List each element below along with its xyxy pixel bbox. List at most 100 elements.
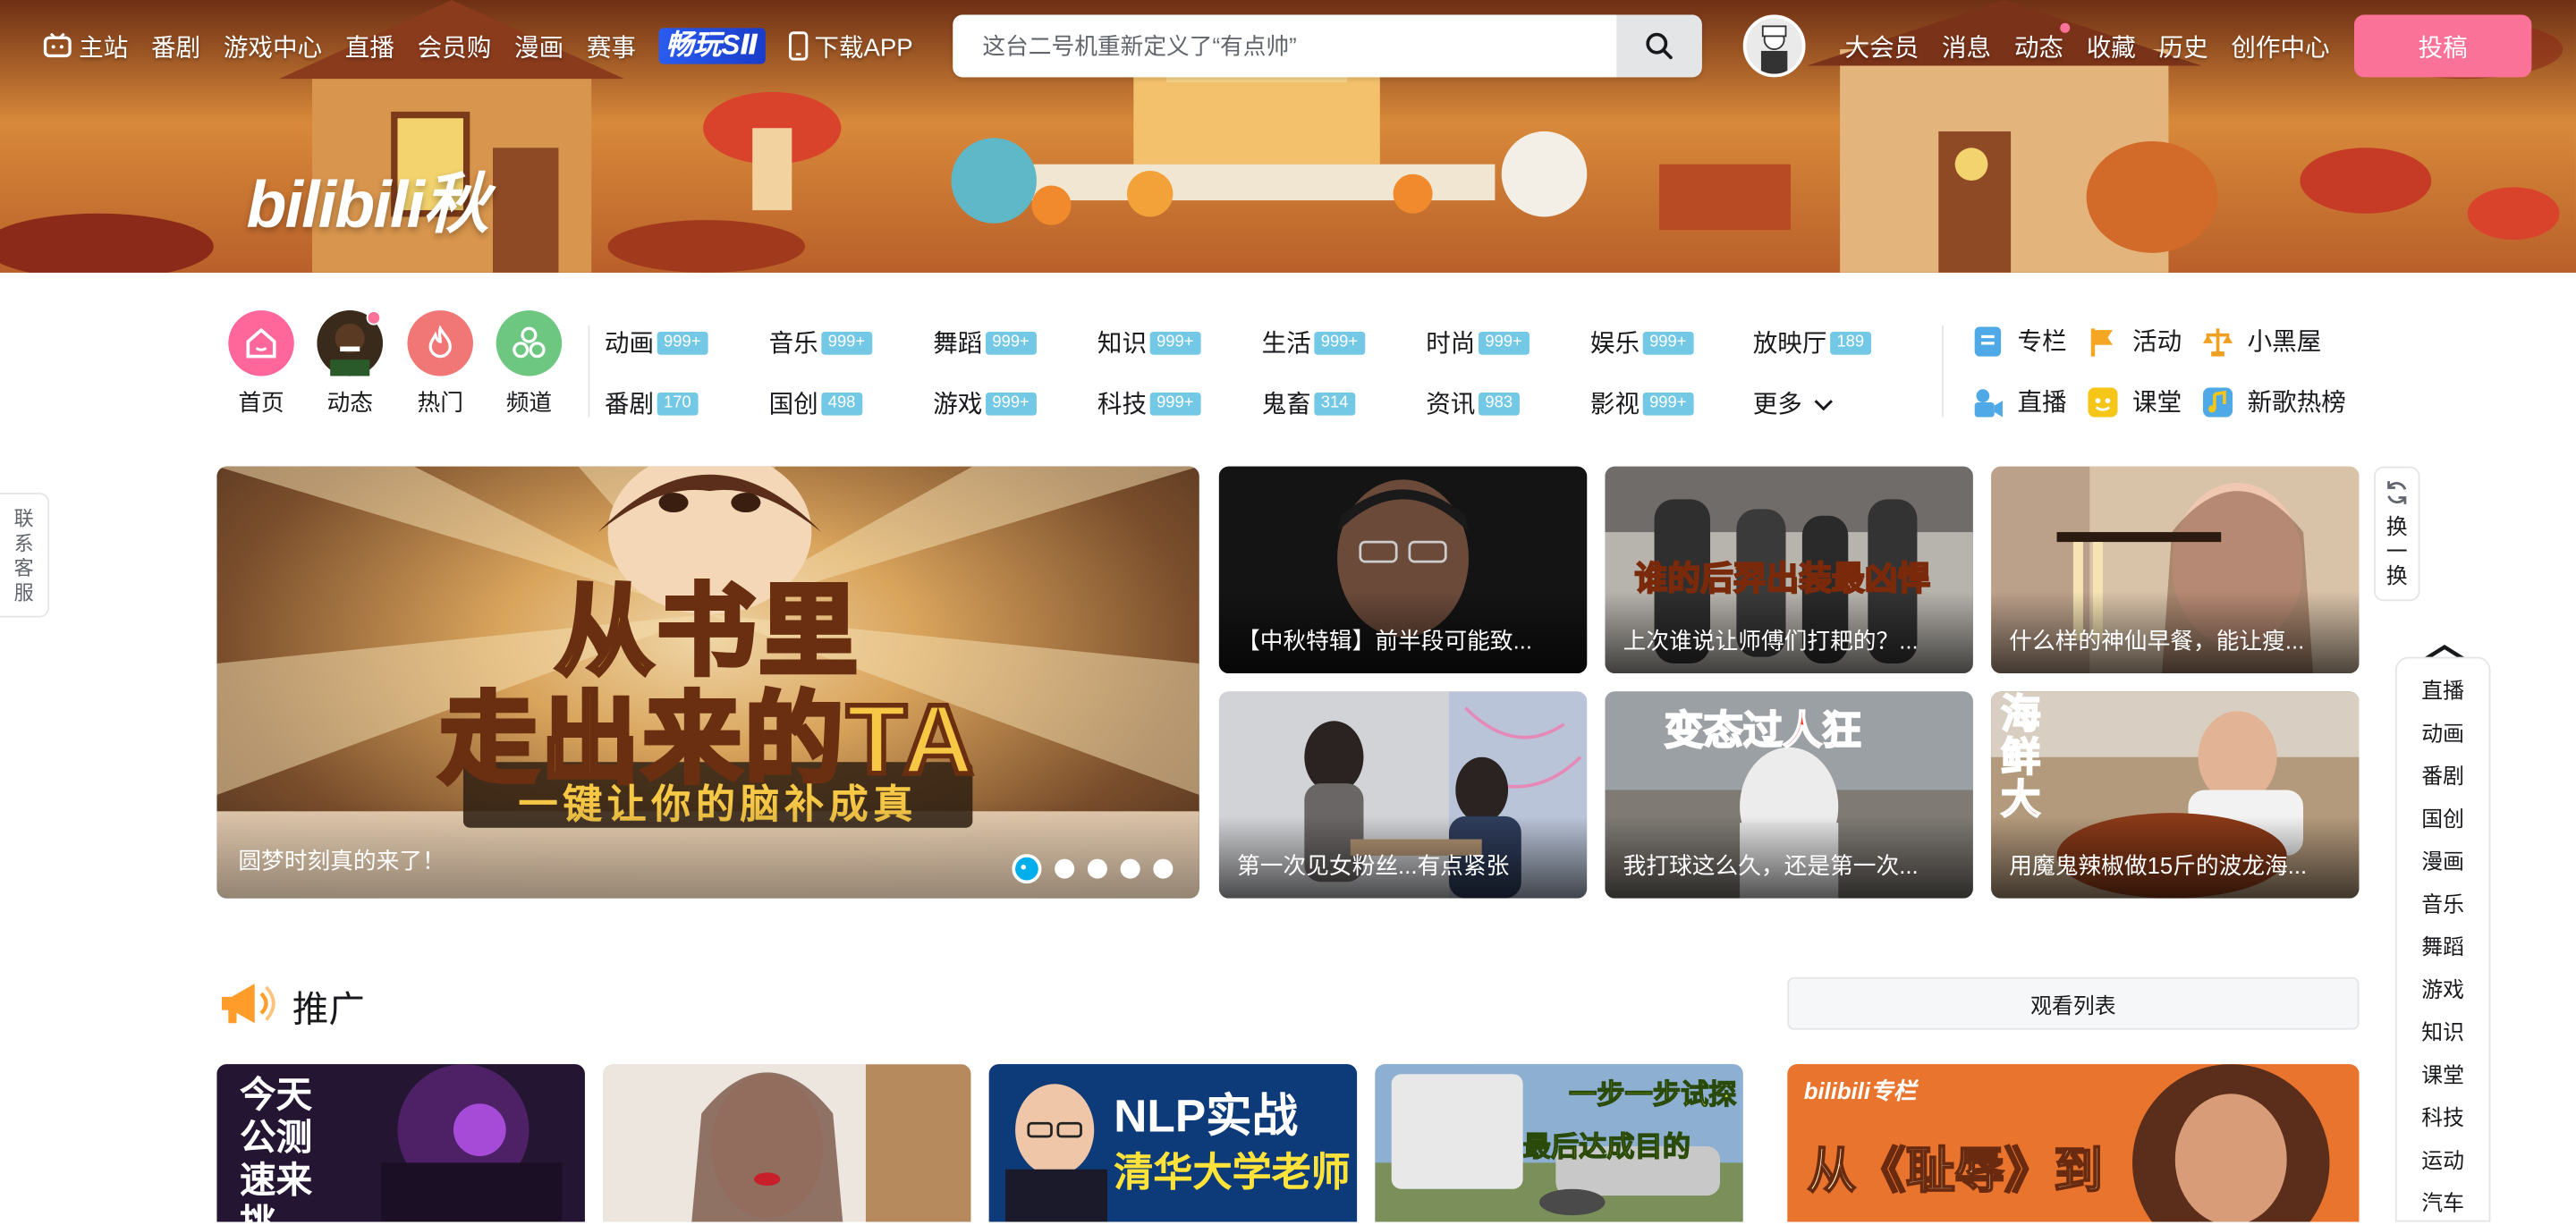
nav-download-app[interactable]: 下载APP <box>788 29 913 63</box>
carousel-dot[interactable] <box>1055 858 1075 879</box>
category-life[interactable]: 生活 999+ <box>1262 325 1365 360</box>
video-card[interactable]: 变态过人狂 我打球这么久，还是第一次... <box>1605 691 1973 899</box>
nav-creator-center[interactable]: 创作中心 <box>2231 30 2329 64</box>
category-tech[interactable]: 科技 999+ <box>1097 386 1200 421</box>
category-music[interactable]: 音乐 999+ <box>769 325 872 360</box>
featured-carousel[interactable]: 从书里 走出来的TA 一键让你的脑补成真 圆梦时刻真的来了！ <box>216 466 1199 899</box>
side-nav-item[interactable]: 直播 <box>2397 670 2489 713</box>
video-card[interactable]: 第一次见女粉丝...有点紧张 <box>1218 691 1588 899</box>
quick-entry-channel-label: 频道 <box>505 389 553 416</box>
video-card[interactable]: 【中秋特辑】前半段可能致... <box>1218 466 1588 674</box>
side-nav-item[interactable]: 舞蹈 <box>2397 926 2489 969</box>
search-input[interactable] <box>953 14 1617 78</box>
live-icon <box>1974 388 2003 417</box>
category-knowledge[interactable]: 知识 999+ <box>1097 325 1200 360</box>
nav-messages[interactable]: 消息 <box>1942 30 1991 64</box>
nav-esports[interactable]: 赛事 <box>587 29 636 63</box>
video-title: 上次谁说让师傅们打耙的？... <box>1623 627 1919 655</box>
site-logo[interactable]: bilibili秋 <box>247 151 489 247</box>
side-nav-item[interactable]: 运动 <box>2397 1140 2489 1183</box>
refresh-button[interactable]: 换一换 <box>2374 466 2420 602</box>
link-column-label: 专栏 <box>2017 328 2067 357</box>
side-nav-item[interactable]: 课堂 <box>2397 1054 2489 1097</box>
side-nav-item[interactable]: 游戏 <box>2397 969 2489 1012</box>
promo-card[interactable]: 今天公测 速来挑 <box>216 1064 585 1222</box>
promo-card[interactable]: 一步一步试探 最后达成目的 <box>1375 1064 1743 1222</box>
nav-home[interactable]: 主站 <box>43 29 129 63</box>
link-activity[interactable]: 活动 <box>2087 324 2182 359</box>
carousel-caption: 圆梦时刻真的来了！ <box>238 847 445 874</box>
category-kichiku[interactable]: 鬼畜 314 <box>1262 386 1355 421</box>
category-cinema[interactable]: 放映厅 189 <box>1753 325 1871 360</box>
promo-card[interactable]: NLP实战 清华大学老师 <box>988 1064 1358 1222</box>
link-new-songs-label: 新歌热榜 <box>2247 389 2346 418</box>
nav-bangumi[interactable]: 番剧 <box>151 29 200 63</box>
changwan-logo[interactable]: 畅玩SⅡ <box>658 28 766 64</box>
link-blackroom[interactable]: 小黑屋 <box>2201 324 2321 359</box>
promo-card[interactable] <box>603 1064 971 1222</box>
video-card[interactable]: 海鲜大 用魔鬼辣椒做15斤的波龙海... <box>1991 691 2360 899</box>
side-nav-item[interactable]: 国创 <box>2397 798 2489 841</box>
side-nav-item[interactable]: 番剧 <box>2397 756 2489 798</box>
nav-history[interactable]: 历史 <box>2159 30 2208 64</box>
nav-live[interactable]: 直播 <box>345 29 394 63</box>
search-bar <box>953 14 1702 78</box>
count-badge: 999+ <box>986 392 1037 415</box>
contact-support[interactable]: 联系客服 <box>0 493 50 618</box>
upload-button[interactable]: 投稿 <box>2353 14 2532 78</box>
quick-entry-hot[interactable]: 热门 <box>407 310 473 418</box>
quick-entry-home-label: 首页 <box>238 389 284 416</box>
nav-dynamics-label: 动态 <box>2013 34 2063 63</box>
category-label: 放映厅 <box>1752 330 1827 359</box>
link-classroom[interactable]: 课堂 <box>2087 384 2182 419</box>
video-card[interactable]: 什么样的神仙早餐，能让瘦... <box>1991 466 2360 674</box>
nav-dynamics[interactable]: 动态 <box>2013 22 2071 64</box>
link-column[interactable]: 专栏 <box>1971 324 2067 359</box>
carousel-dot[interactable] <box>1153 858 1174 879</box>
carousel-dot-active[interactable] <box>1012 854 1042 884</box>
nav-mall[interactable]: 会员购 <box>418 29 492 63</box>
side-nav-item[interactable]: 音乐 <box>2397 883 2489 926</box>
side-nav-item[interactable]: 汽车 <box>2397 1182 2489 1225</box>
quick-entry-dynamics[interactable]: 动态 <box>317 310 383 418</box>
quick-entry-hot-label: 热门 <box>417 389 463 416</box>
category-more[interactable]: 更多 <box>1753 386 1835 421</box>
watchlist-button[interactable]: 观看列表 <box>1787 976 2360 1030</box>
side-nav-item[interactable]: 动画 <box>2397 713 2489 756</box>
category-news[interactable]: 资讯 983 <box>1426 386 1520 421</box>
category-guochuang[interactable]: 国创 498 <box>769 386 862 421</box>
side-nav-item[interactable]: 漫画 <box>2397 841 2489 883</box>
category-entertainment[interactable]: 娱乐 999+ <box>1590 325 1693 360</box>
nav-game-center[interactable]: 游戏中心 <box>224 29 322 63</box>
video-card[interactable]: 谁的后羿出装最凶悍 上次谁说让师傅们打耙的？... <box>1605 466 1973 674</box>
category-film[interactable]: 影视 999+ <box>1590 386 1693 421</box>
count-badge: 983 <box>1479 392 1520 415</box>
category-game[interactable]: 游戏 999+ <box>933 386 1037 421</box>
category-label: 游戏 <box>933 391 983 419</box>
side-nav-item[interactable]: 科技 <box>2397 1097 2489 1140</box>
category-fashion[interactable]: 时尚 999+ <box>1426 325 1530 360</box>
count-badge: 498 <box>821 392 862 415</box>
promo-card-text: NLP实战 <box>1114 1090 1299 1142</box>
link-new-songs[interactable]: 新歌热榜 <box>2201 384 2346 419</box>
quick-entry-home[interactable]: 首页 <box>228 310 294 418</box>
category-label: 舞蹈 <box>933 330 983 359</box>
carousel-dot[interactable] <box>1087 858 1107 879</box>
link-live[interactable]: 直播 <box>1971 384 2067 419</box>
column-icon <box>1974 325 2002 356</box>
promo-card[interactable]: bilibili专栏 从《耻辱》到 <box>1787 1064 2360 1222</box>
category-dance[interactable]: 舞蹈 999+ <box>933 325 1037 360</box>
search-button[interactable] <box>1616 14 1702 78</box>
side-nav-item[interactable]: 知识 <box>2397 1011 2489 1054</box>
user-avatar[interactable] <box>1742 14 1806 78</box>
nav-favorites[interactable]: 收藏 <box>2087 30 2136 64</box>
nav-manga[interactable]: 漫画 <box>514 29 564 63</box>
category-anime[interactable]: 动画 999+ <box>605 325 708 360</box>
nav-vip[interactable]: 大会员 <box>1845 30 1919 64</box>
category-bangumi[interactable]: 番剧 170 <box>605 386 699 421</box>
divider <box>588 325 590 418</box>
carousel-dot[interactable] <box>1120 858 1140 879</box>
promo-card-text: 最后达成目的 <box>1522 1131 1690 1163</box>
count-badge: 170 <box>657 392 699 415</box>
quick-entry-channel[interactable]: 频道 <box>496 310 563 418</box>
